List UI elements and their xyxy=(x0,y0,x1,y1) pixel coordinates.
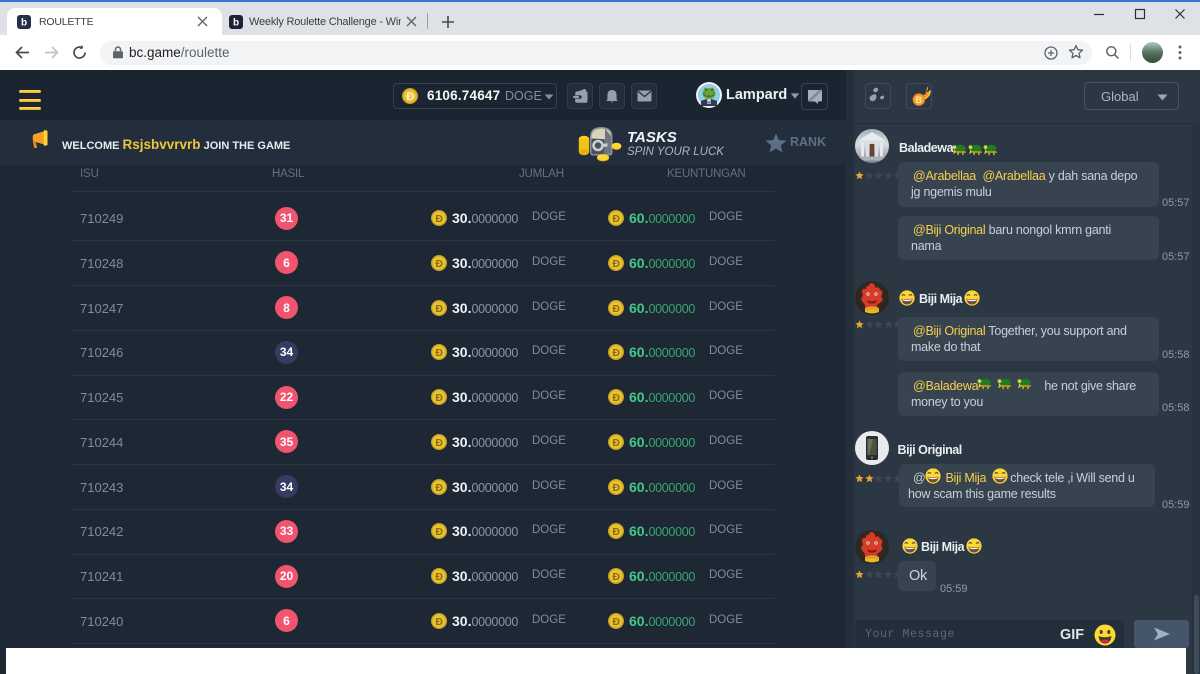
svg-text:Đ: Đ xyxy=(435,571,443,583)
svg-text:Đ: Đ xyxy=(612,258,620,270)
svg-text:Đ: Đ xyxy=(435,437,443,449)
svg-text:Đ: Đ xyxy=(612,392,620,404)
svg-text:Đ: Đ xyxy=(612,482,620,494)
svg-text:Đ: Đ xyxy=(612,526,620,538)
svg-text:B: B xyxy=(916,95,923,105)
svg-text:Đ: Đ xyxy=(612,303,620,315)
svg-text:Đ: Đ xyxy=(435,258,443,270)
svg-text:Đ: Đ xyxy=(612,347,620,359)
svg-text:Đ: Đ xyxy=(435,392,443,404)
svg-text:Đ: Đ xyxy=(406,91,414,103)
svg-text:Đ: Đ xyxy=(435,347,443,359)
svg-text:b: b xyxy=(233,18,239,29)
svg-text:Đ: Đ xyxy=(435,616,443,628)
svg-text:Đ: Đ xyxy=(612,616,620,628)
svg-text:Đ: Đ xyxy=(435,526,443,538)
svg-text:Đ: Đ xyxy=(612,437,620,449)
svg-text:Đ: Đ xyxy=(612,213,620,225)
svg-text:Đ: Đ xyxy=(435,213,443,225)
svg-text:Đ: Đ xyxy=(435,482,443,494)
svg-text:Đ: Đ xyxy=(612,571,620,583)
svg-text:Đ: Đ xyxy=(435,303,443,315)
svg-text:b: b xyxy=(21,18,27,29)
